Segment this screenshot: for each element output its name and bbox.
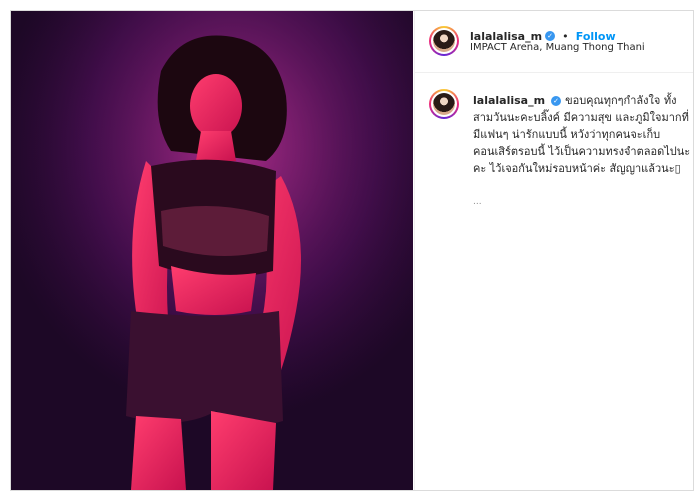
avatar-image bbox=[433, 30, 455, 52]
post-meta: ... bbox=[473, 197, 482, 207]
caption-username[interactable]: lalalalisa_m bbox=[473, 94, 545, 107]
avatar-image bbox=[433, 93, 455, 115]
verified-badge-icon: ✓ bbox=[551, 96, 562, 106]
instagram-post: lalalalisa_m ✓ • Follow IMPACT Arena, Mua… bbox=[10, 10, 694, 491]
caption-author-avatar[interactable] bbox=[429, 89, 459, 119]
author-avatar[interactable] bbox=[429, 26, 459, 56]
post-photo[interactable] bbox=[11, 11, 413, 490]
post-location[interactable]: IMPACT Arena, Muang Thong Thani bbox=[470, 42, 645, 53]
post-caption: lalalalisa_m ✓ ขอบคุณทุกๆกำลังใจ ทั้งสามวั… bbox=[473, 92, 693, 177]
verified-badge-icon: ✓ bbox=[545, 30, 556, 41]
post-sidebar: lalalalisa_m ✓ • Follow IMPACT Arena, Mua… bbox=[414, 11, 693, 490]
post-header: lalalalisa_m ✓ • Follow IMPACT Arena, Mua… bbox=[415, 11, 693, 73]
performer-photo-illustration bbox=[11, 11, 413, 490]
